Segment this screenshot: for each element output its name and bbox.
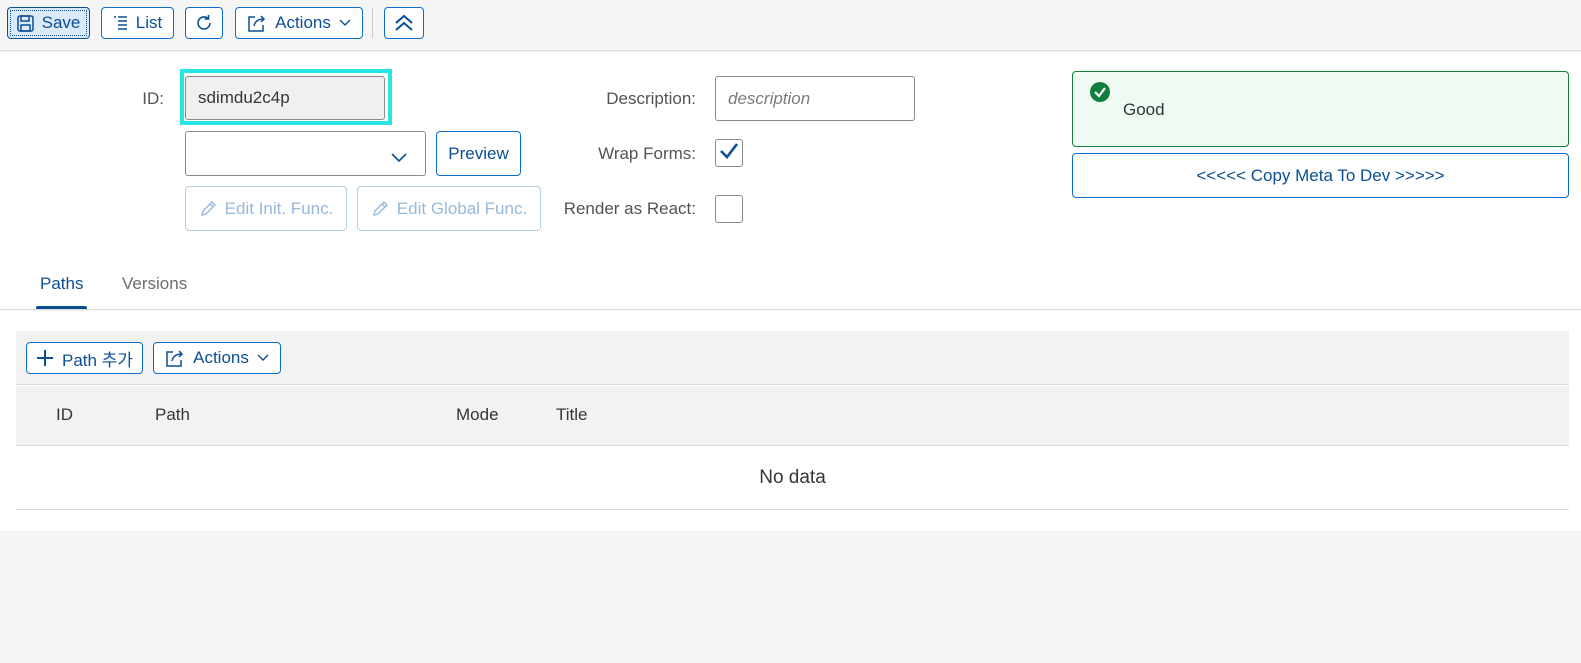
message-text: Good xyxy=(1123,100,1165,119)
share-icon xyxy=(165,349,185,367)
double-chevron-up-icon xyxy=(394,14,414,32)
chevron-down-icon xyxy=(257,354,269,362)
actions-label: Actions xyxy=(275,13,331,32)
add-path-button[interactable]: Path 추가 xyxy=(26,342,143,374)
id-label: ID: xyxy=(142,89,164,108)
refresh-button[interactable] xyxy=(185,7,223,39)
collapse-header-button[interactable] xyxy=(384,7,424,39)
save-button[interactable]: Save xyxy=(7,7,90,39)
tab-paths[interactable]: Paths xyxy=(40,274,83,294)
share-icon xyxy=(247,14,267,32)
table-actions-label: Actions xyxy=(193,348,249,367)
table-empty-row: No data xyxy=(16,446,1569,510)
description-label: Description: xyxy=(606,89,696,108)
paths-table-panel: Path 추가 Actions ID Path Mode Title No da… xyxy=(0,311,1581,531)
table-header-row: ID Path Mode Title xyxy=(16,386,1569,446)
id-input[interactable]: sdimdu2c4p xyxy=(185,76,385,120)
active-tab-indicator xyxy=(36,306,87,309)
chevron-down-icon xyxy=(391,148,407,168)
description-placeholder: description xyxy=(728,88,811,108)
wrap-forms-checkbox[interactable] xyxy=(715,139,743,167)
save-icon xyxy=(16,14,34,32)
preview-button[interactable]: Preview xyxy=(436,131,521,176)
edit-global-func-button[interactable]: Edit Global Func. xyxy=(357,186,541,231)
list-icon xyxy=(113,15,128,31)
column-header-title[interactable]: Title xyxy=(556,405,588,425)
actions-button[interactable]: Actions xyxy=(235,7,363,39)
column-header-id[interactable]: ID xyxy=(56,405,73,425)
plus-icon xyxy=(36,349,54,367)
edit-icon xyxy=(371,200,389,218)
template-select[interactable] xyxy=(185,131,426,176)
render-react-checkbox[interactable] xyxy=(715,195,743,223)
description-input[interactable]: description xyxy=(715,76,915,121)
edit-icon xyxy=(199,200,217,218)
table-toolbar: Path 추가 Actions xyxy=(16,331,1569,385)
copy-meta-label: <<<<< Copy Meta To Dev >>>>> xyxy=(1196,165,1445,185)
save-label: Save xyxy=(41,13,81,32)
edit-global-func-label: Edit Global Func. xyxy=(396,198,528,218)
toolbar-separator xyxy=(372,8,373,38)
edit-init-func-button[interactable]: Edit Init. Func. xyxy=(185,186,347,231)
copy-meta-to-dev-button[interactable]: <<<<< Copy Meta To Dev >>>>> xyxy=(1072,153,1569,198)
tab-bar: Paths Versions xyxy=(0,258,1581,310)
success-message-strip: Good xyxy=(1072,71,1569,147)
column-header-mode[interactable]: Mode xyxy=(456,405,499,425)
refresh-icon xyxy=(194,13,214,33)
preview-label: Preview xyxy=(448,143,509,163)
success-icon xyxy=(1089,81,1111,108)
checkmark-icon xyxy=(719,142,739,165)
chevron-down-icon xyxy=(339,19,351,27)
tab-versions[interactable]: Versions xyxy=(122,274,187,294)
column-header-path[interactable]: Path xyxy=(155,405,190,425)
no-data-text: No data xyxy=(759,466,826,488)
edit-init-func-label: Edit Init. Func. xyxy=(224,198,334,218)
main-toolbar: Save List Actions xyxy=(0,0,1581,51)
wrap-forms-label: Wrap Forms: xyxy=(598,144,696,163)
list-label: List xyxy=(135,13,163,32)
render-react-label: Render as React: xyxy=(563,199,696,218)
list-button[interactable]: List xyxy=(101,7,174,39)
table-actions-button[interactable]: Actions xyxy=(153,342,281,374)
id-value: sdimdu2c4p xyxy=(198,88,290,107)
add-path-label: Path 추가 xyxy=(62,350,133,370)
